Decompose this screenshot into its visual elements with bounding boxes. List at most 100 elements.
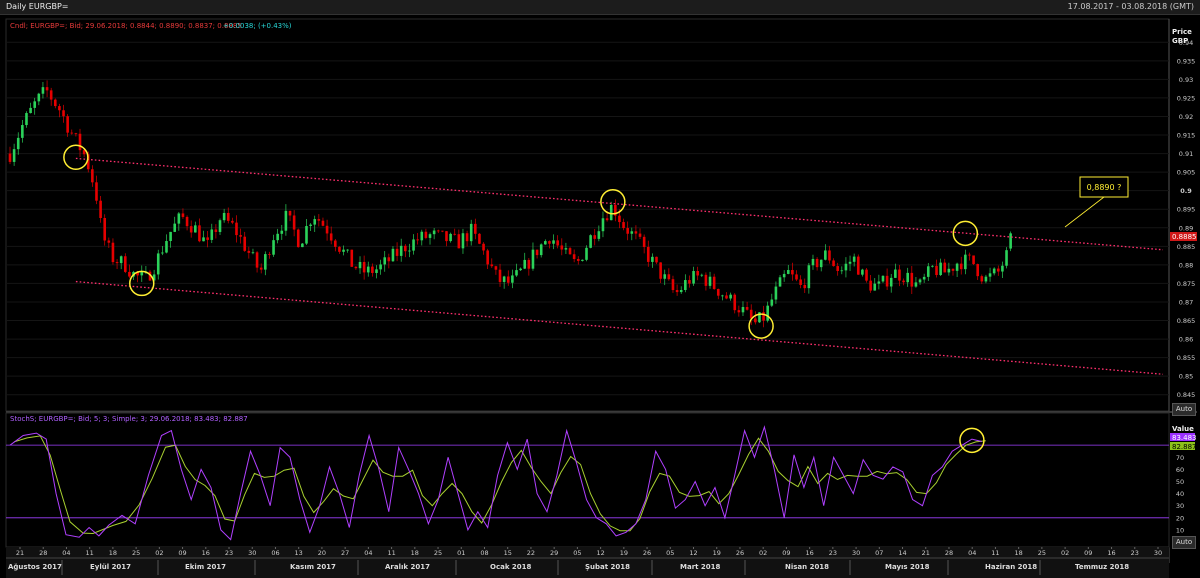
stoch-axis-title: Value [1172, 425, 1194, 433]
day-tick-label: 25 [132, 549, 140, 557]
day-tick-label: 19 [713, 549, 721, 557]
candle-body [276, 233, 279, 241]
day-tick-label: 16 [202, 549, 210, 557]
candle-body [873, 283, 877, 291]
candle-body [679, 290, 683, 293]
price-tick-label: 0.855 [1177, 354, 1196, 362]
candle-body [317, 219, 321, 221]
chart-canvas[interactable]: Cndl; EURGBP=; Bid; 29.06.2018; 0.8844; … [0, 15, 1200, 578]
candle-body [169, 231, 172, 242]
candle-body [988, 273, 992, 277]
candle-body [502, 276, 506, 282]
stoch-panel [5, 412, 1170, 548]
candle-body [869, 280, 872, 291]
candle-body [70, 132, 74, 134]
candle-body [964, 254, 967, 270]
candle-body [428, 234, 432, 238]
candle-body [58, 106, 61, 111]
price-tick-label: 0.865 [1177, 317, 1196, 325]
day-tick-label: 05 [666, 549, 674, 557]
candle-body [379, 264, 382, 270]
stoch-tick-label: 20 [1176, 514, 1184, 522]
candle-body [321, 220, 325, 226]
candle-body [894, 269, 897, 278]
day-tick-label: 11 [991, 549, 999, 557]
day-tick-label: 19 [620, 549, 628, 557]
month-label: Eylül 2017 [90, 563, 131, 571]
candle-body [226, 212, 230, 221]
candle-body [424, 231, 428, 238]
month-label: Nisan 2018 [785, 563, 829, 571]
candle-body [140, 272, 144, 276]
candle-body [366, 266, 370, 273]
window-title-bar: Daily EURGBP= 17.08.2017 - 03.08.2018 (G… [0, 0, 1200, 15]
candle-body [716, 288, 720, 296]
candle-body [959, 263, 963, 270]
candle-body [799, 279, 802, 285]
candle-body [877, 281, 881, 284]
stoch-legend: StochS; EURGBP=; Bid; 5; 3; Simple; 3; 2… [10, 415, 248, 423]
candle-body [25, 113, 28, 126]
candle-body [581, 259, 584, 261]
candle-body [161, 252, 164, 254]
candle-body [189, 226, 193, 233]
candle-body [688, 280, 691, 284]
candle-body [564, 248, 568, 250]
day-tick-label: 16 [805, 549, 813, 557]
candle-body [651, 256, 654, 262]
candle-body [334, 240, 337, 247]
candle-body [791, 270, 794, 275]
candle-body [247, 250, 251, 253]
price-legend: Cndl; EURGBP=; Bid; 29.06.2018; 0.8844; … [10, 22, 242, 30]
stoch-auto-scale-button[interactable]: Auto [1172, 536, 1196, 549]
month-label: Ocak 2018 [490, 563, 532, 571]
day-tick-label: 18 [109, 549, 117, 557]
candle-body [218, 220, 222, 232]
price-auto-scale-button[interactable]: Auto [1172, 403, 1196, 416]
candle-body [655, 256, 658, 263]
candle-body [375, 269, 378, 273]
candle-body [181, 213, 185, 217]
candle-body [78, 133, 82, 151]
candle-body [548, 241, 551, 244]
candle-body [53, 99, 57, 107]
candle-body [128, 271, 131, 277]
candle-body [766, 305, 769, 321]
candle-body [41, 87, 45, 94]
day-tick-label: 12 [689, 549, 697, 557]
candle-body [663, 274, 667, 279]
price-tick-label: 0.93 [1179, 76, 1193, 84]
candle-body [482, 243, 485, 251]
month-label: Temmuz 2018 [1075, 563, 1129, 571]
candle-body [770, 299, 774, 306]
candle-body [889, 277, 893, 287]
price-tick-label: 0.905 [1177, 169, 1196, 177]
candle-body [239, 235, 242, 237]
day-tick-label: 30 [248, 549, 256, 557]
candle-body [630, 231, 634, 234]
candle-body [173, 223, 177, 232]
candle-body [280, 230, 284, 234]
day-tick-label: 26 [736, 549, 744, 557]
candle-body [881, 275, 885, 282]
candle-body [782, 273, 786, 278]
candle-body [642, 236, 646, 247]
candle-body [696, 271, 699, 276]
day-tick-label: 30 [852, 549, 860, 557]
candle-body [358, 261, 362, 269]
candle-body [214, 229, 218, 232]
price-tick-label: 0.85 [1179, 373, 1193, 381]
candle-body [828, 250, 831, 261]
candle-body [177, 213, 181, 224]
candle-body [910, 272, 914, 287]
candle-body [918, 279, 922, 283]
candle-body [436, 230, 440, 232]
candle-body [29, 107, 32, 114]
candle-body [231, 220, 234, 223]
candle-body [968, 254, 971, 256]
candle-body [395, 248, 399, 256]
day-tick-label: 11 [86, 549, 94, 557]
day-tick-label: 12 [596, 549, 604, 557]
candle-body [778, 277, 782, 287]
candle-body [523, 259, 527, 269]
